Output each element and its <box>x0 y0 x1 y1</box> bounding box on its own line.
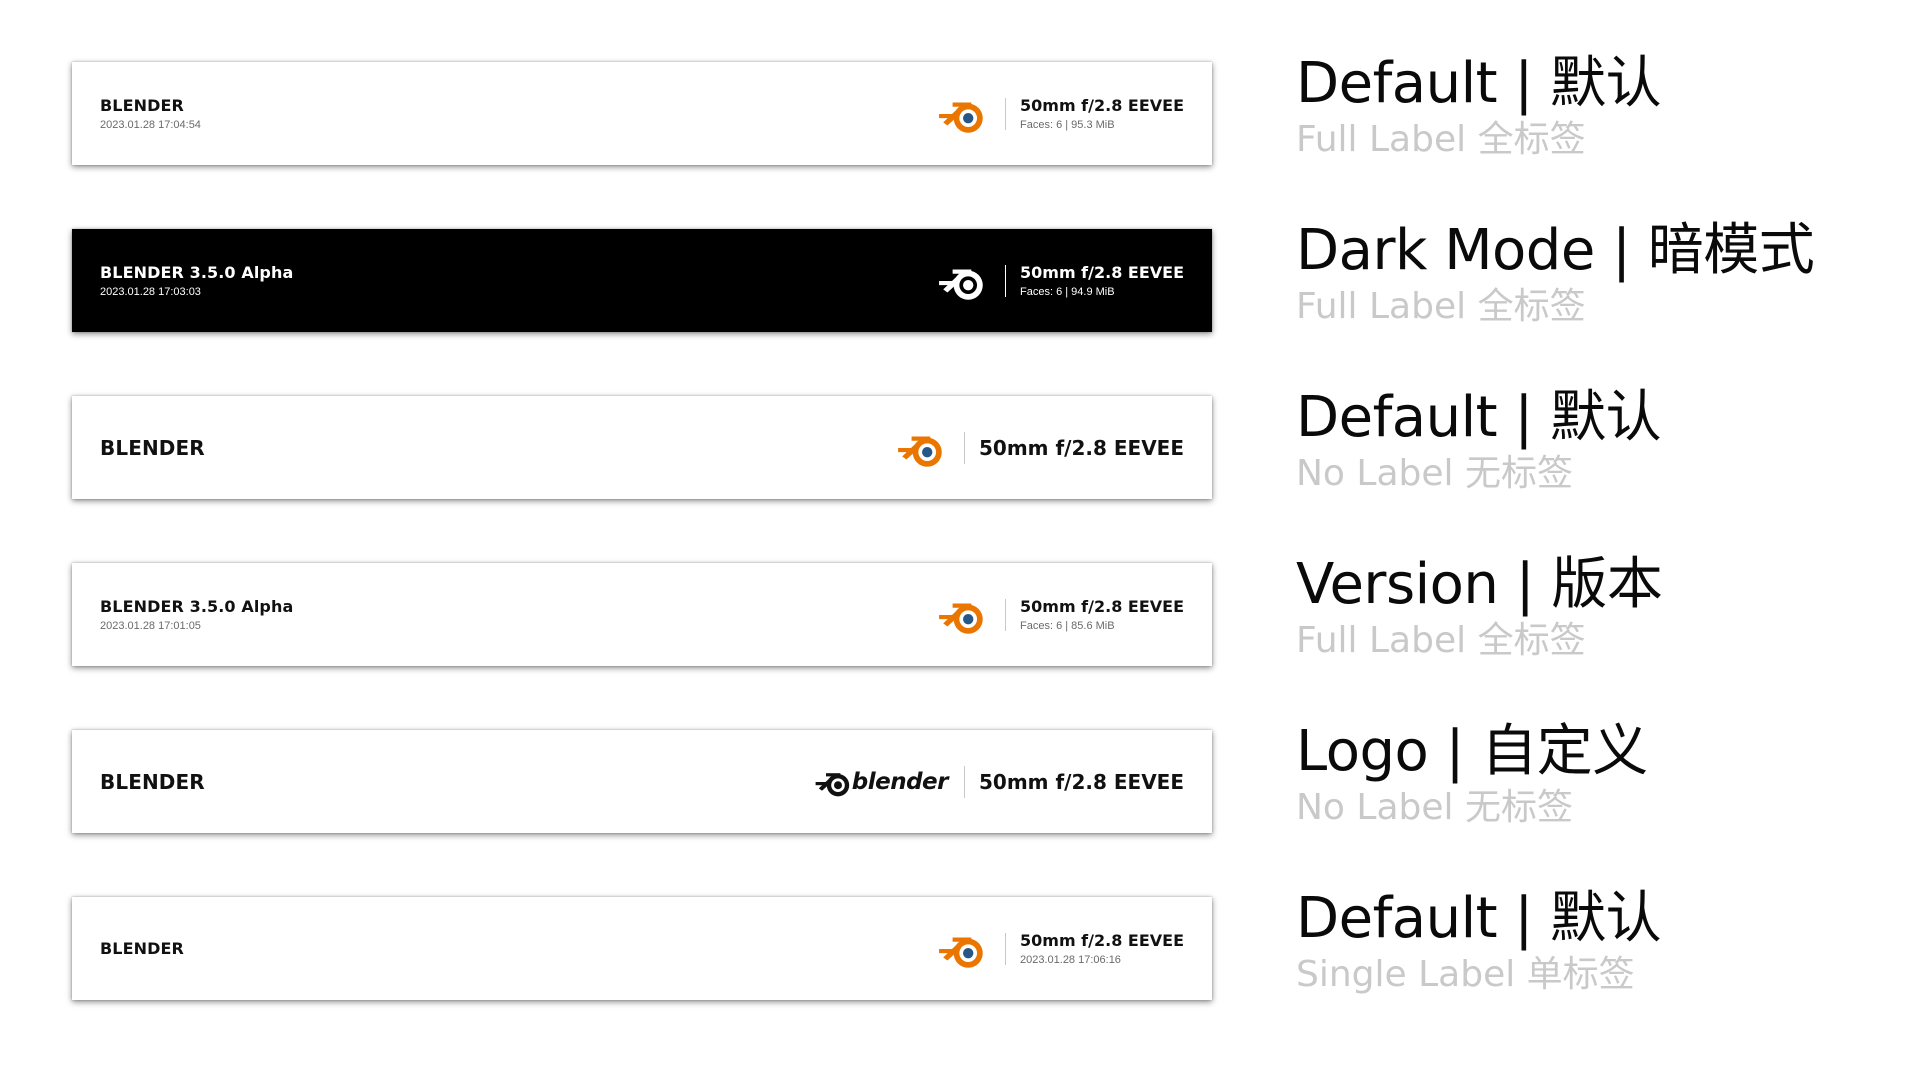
brand-label: BLENDER 3.5.0 Alpha <box>100 597 294 616</box>
caption-subtitle: No Label 无标签 <box>1296 453 1573 494</box>
vertical-divider <box>1005 264 1006 297</box>
camera-info: 50mm f/2.8 EEVEE <box>979 770 1184 794</box>
example-row-default-full: BLENDER 2023.01.28 17:04:54 50mm f/2.8 E… <box>0 52 1920 202</box>
blender-logo-icon <box>937 255 989 307</box>
vertical-divider <box>1005 97 1006 130</box>
caption-subtitle: Full Label 全标签 <box>1296 286 1586 327</box>
caption: Default | 默认 Single Label 单标签 <box>1296 886 1662 997</box>
blender-logo-icon <box>937 923 989 975</box>
blender-logo-icon <box>815 772 849 796</box>
example-row-version: BLENDER 3.5.0 Alpha 2023.01.28 17:01:05 … <box>0 553 1920 703</box>
caption-subtitle: Full Label 全标签 <box>1296 119 1586 160</box>
example-row-default-no-label: BLENDER 50mm f/2.8 EEVEE Default | 默认 No… <box>0 386 1920 536</box>
lens-label: 50mm f/2.8 EEVEE <box>1020 931 1184 950</box>
watermark-card: BLENDER 3.5.0 Alpha 2023.01.28 17:01:05 … <box>72 563 1212 666</box>
card-right-section: 50mm f/2.8 EEVEE 2023.01.28 17:06:16 <box>937 897 1184 1000</box>
timestamp-label: 2023.01.28 17:01:05 <box>100 620 201 632</box>
caption: Default | 默认 Full Label 全标签 <box>1296 51 1662 162</box>
watermark-card: BLENDER 50mm f/2.8 EEVEE <box>72 396 1212 499</box>
vertical-divider <box>1005 598 1006 631</box>
card-left-section: BLENDER 3.5.0 Alpha 2023.01.28 17:03:03 <box>100 229 293 332</box>
example-row-single-label: BLENDER 50mm f/2.8 EEVEE 2023.01.28 17:0… <box>0 887 1920 1037</box>
vertical-divider <box>964 765 965 798</box>
caption: Default | 默认 No Label 无标签 <box>1296 385 1662 496</box>
meta-label: Faces: 6 | 95.3 MiB <box>1020 119 1115 131</box>
blender-logo-icon <box>896 422 948 474</box>
meta-label: Faces: 6 | 85.6 MiB <box>1020 620 1115 632</box>
caption-title: Default | 默认 <box>1296 385 1662 450</box>
camera-info: 50mm f/2.8 EEVEE <box>979 436 1184 460</box>
watermark-card: BLENDER 50mm f/2.8 EEVEE 2023.01.28 17:0… <box>72 897 1212 1000</box>
brand-label: BLENDER <box>100 96 184 115</box>
example-row-dark-mode: BLENDER 3.5.0 Alpha 2023.01.28 17:03:03 … <box>0 219 1920 369</box>
vertical-divider <box>964 431 965 464</box>
card-right-section: 50mm f/2.8 EEVEE Faces: 6 | 95.3 MiB <box>937 62 1184 165</box>
brand-label: BLENDER <box>100 939 184 958</box>
timestamp-label: 2023.01.28 17:03:03 <box>100 286 201 298</box>
lens-label: 50mm f/2.8 EEVEE <box>1020 597 1184 616</box>
card-left-section: BLENDER <box>100 730 205 833</box>
camera-info: 50mm f/2.8 EEVEE 2023.01.28 17:06:16 <box>1020 931 1184 966</box>
meta-label: Faces: 6 | 94.9 MiB <box>1020 286 1115 298</box>
caption-subtitle: Full Label 全标签 <box>1296 620 1586 661</box>
caption: Logo | 自定义 No Label 无标签 <box>1296 720 1648 830</box>
caption-subtitle: Single Label 单标签 <box>1296 954 1635 995</box>
timestamp-label: 2023.01.28 17:06:16 <box>1020 954 1121 966</box>
timestamp-label: 2023.01.28 17:04:54 <box>100 119 201 131</box>
blender-logo-icon <box>937 88 989 140</box>
brand-label: BLENDER 3.5.0 Alpha <box>100 263 294 282</box>
wordmark-text: blender <box>851 768 949 795</box>
caption-title: Default | 默认 <box>1296 51 1662 116</box>
watermark-card: BLENDER blender 50mm f/2.8 EEVEE <box>72 730 1212 833</box>
card-right-section: blender 50mm f/2.8 EEVEE <box>814 730 1184 833</box>
brand-label: BLENDER <box>100 435 205 460</box>
card-left-section: BLENDER 3.5.0 Alpha 2023.01.28 17:01:05 <box>100 563 293 666</box>
watermark-card-dark: BLENDER 3.5.0 Alpha 2023.01.28 17:03:03 … <box>72 229 1212 332</box>
card-left-section: BLENDER 2023.01.28 17:04:54 <box>100 62 201 165</box>
caption: Version | 版本 Full Label 全标签 <box>1296 552 1663 663</box>
blender-wordmark-logo: blender <box>814 762 949 802</box>
card-right-section: 50mm f/2.8 EEVEE Faces: 6 | 94.9 MiB <box>937 229 1184 332</box>
lens-label: 50mm f/2.8 EEVEE <box>1020 96 1184 115</box>
example-row-logo: BLENDER blender 50mm f/2.8 EEVEE Logo | <box>0 720 1920 870</box>
caption-title: Version | 版本 <box>1296 552 1663 617</box>
caption-title: Dark Mode | 暗模式 <box>1296 218 1815 283</box>
watermark-card: BLENDER 2023.01.28 17:04:54 50mm f/2.8 E… <box>72 62 1212 165</box>
caption-title: Default | 默认 <box>1296 886 1662 951</box>
card-right-section: 50mm f/2.8 EEVEE Faces: 6 | 85.6 MiB <box>937 563 1184 666</box>
blender-logo-icon <box>937 589 989 641</box>
card-left-section: BLENDER <box>100 897 184 1000</box>
brand-label: BLENDER <box>100 769 205 794</box>
camera-info: 50mm f/2.8 EEVEE Faces: 6 | 94.9 MiB <box>1020 263 1184 298</box>
caption: Dark Mode | 暗模式 Full Label 全标签 <box>1296 218 1815 329</box>
lens-label: 50mm f/2.8 EEVEE <box>1020 263 1184 282</box>
card-left-section: BLENDER <box>100 396 205 499</box>
camera-info: 50mm f/2.8 EEVEE Faces: 6 | 95.3 MiB <box>1020 96 1184 131</box>
caption-title: Logo | 自定义 <box>1296 719 1648 784</box>
vertical-divider <box>1005 932 1006 965</box>
card-right-section: 50mm f/2.8 EEVEE <box>896 396 1184 499</box>
lens-label: 50mm f/2.8 EEVEE <box>979 769 1184 794</box>
lens-label: 50mm f/2.8 EEVEE <box>979 435 1184 460</box>
camera-info: 50mm f/2.8 EEVEE Faces: 6 | 85.6 MiB <box>1020 597 1184 632</box>
caption-subtitle: No Label 无标签 <box>1296 787 1573 828</box>
